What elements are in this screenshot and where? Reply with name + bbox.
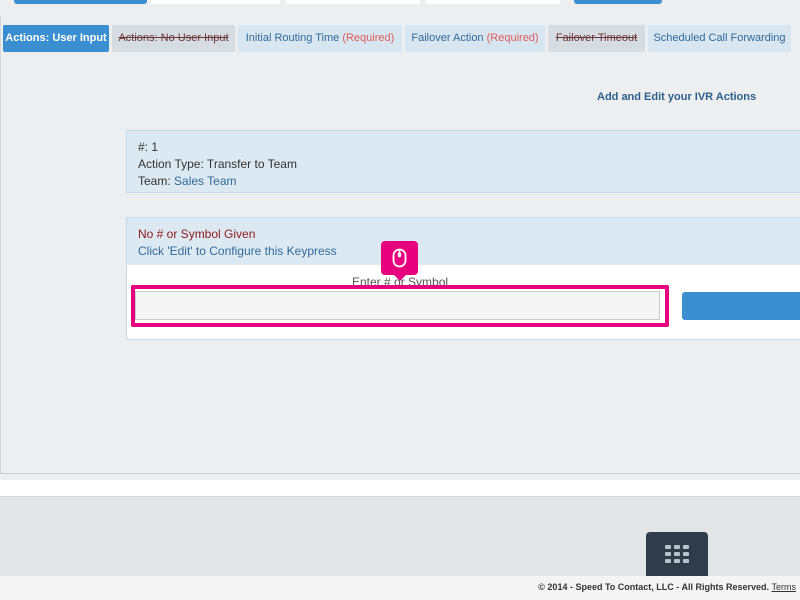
tab-scheduled-call-forwarding[interactable]: Scheduled Call Forwarding — [648, 25, 791, 52]
required-label: (Required) — [486, 32, 539, 44]
tab-label: Failover Timeout — [555, 32, 638, 44]
action-team-line: Team: Sales Team — [138, 173, 794, 190]
tab-actions-user-input[interactable]: Actions: User Input — [3, 25, 109, 52]
keypress-header: No # or Symbol Given Click 'Edit' to Con… — [127, 218, 800, 265]
tab-label: Failover Action — [411, 32, 484, 44]
team-prefix: Team: — [138, 174, 175, 188]
keypress-input[interactable] — [135, 291, 660, 320]
keypad-grid-icon — [665, 545, 689, 563]
tab-label: Scheduled Call Forwarding — [653, 32, 786, 44]
tab-initial-routing-time[interactable]: Initial Routing Time (Required) — [238, 25, 402, 52]
save-keypress-button[interactable] — [682, 292, 800, 320]
divider — [0, 473, 800, 474]
action-type: Action Type: Transfer to Team — [138, 157, 297, 171]
terms-link[interactable]: Terms — [772, 582, 797, 592]
copyright: © 2014 - Speed To Contact, LLC - All Rig… — [538, 582, 796, 592]
copyright-text: © 2014 - Speed To Contact, LLC - All Rig… — [538, 582, 769, 592]
mouse-icon — [392, 248, 407, 268]
tab-label: Initial Routing Time — [245, 32, 340, 44]
keypress-hint: Click 'Edit' to Configure this Keypress — [138, 244, 337, 258]
required-label: (Required) — [342, 32, 395, 44]
action-number: #: 1 — [138, 140, 159, 154]
tab-label: Actions: No User Input — [118, 32, 229, 44]
top-field-cutoff-3[interactable] — [426, 0, 560, 4]
keypress-title: No # or Symbol Given — [138, 227, 256, 241]
add-edit-ivr-actions-link[interactable]: Add and Edit your IVR Actions — [597, 91, 756, 103]
keypress-card: No # or Symbol Given Click 'Edit' to Con… — [126, 217, 800, 340]
tab-failover-action[interactable]: Failover Action (Required) — [405, 25, 545, 52]
bottom-strip — [0, 480, 800, 497]
top-field-cutoff-2[interactable] — [286, 0, 420, 4]
keypad-button[interactable] — [646, 532, 708, 576]
top-button-cutoff-1[interactable] — [14, 0, 147, 4]
team-value: Sales Team — [174, 174, 237, 188]
top-field-cutoff-1[interactable] — [150, 0, 280, 4]
cursor-badge — [381, 241, 418, 281]
tab-failover-timeout[interactable]: Failover Timeout — [548, 25, 645, 52]
ivr-action-card: #: 1 Action Type: Transfer to Team Team:… — [126, 130, 800, 193]
top-button-cutoff-2[interactable] — [574, 0, 662, 4]
tab-label: Actions: User Input — [5, 32, 107, 44]
tab-actions-no-user-input[interactable]: Actions: No User Input — [112, 25, 235, 52]
